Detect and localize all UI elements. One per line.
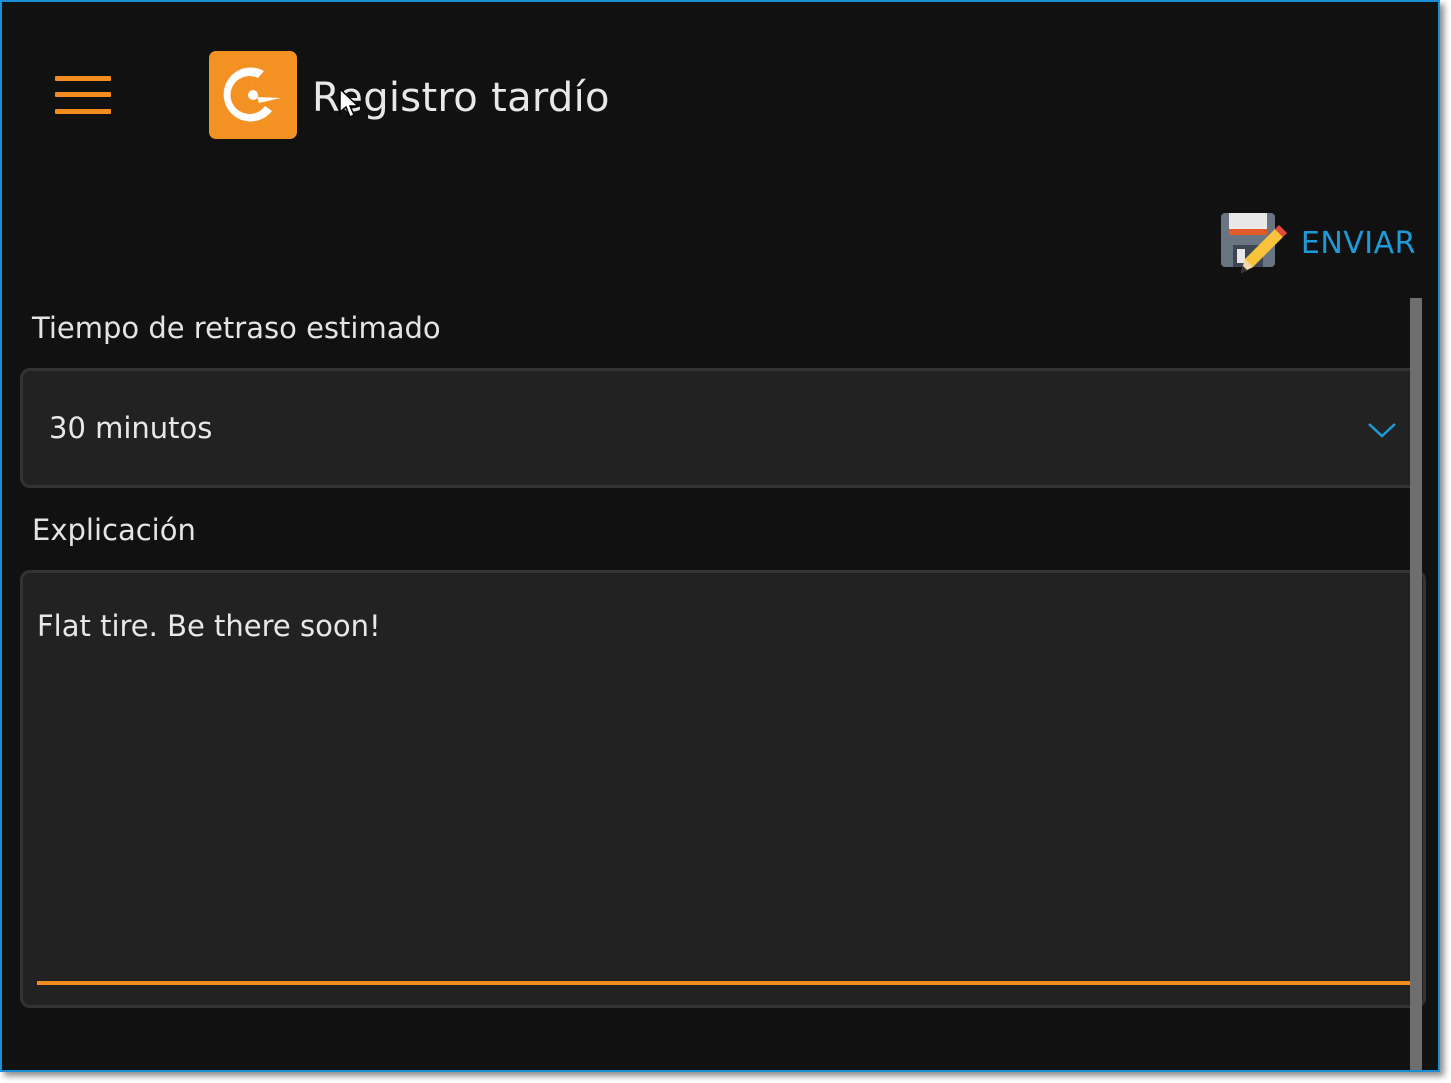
save-edit-icon	[1220, 213, 1287, 273]
focus-underline	[37, 981, 1413, 985]
clock-logo-icon	[209, 51, 297, 139]
hamburger-menu-icon[interactable]	[55, 74, 111, 116]
explanation-textarea[interactable]: Flat tire. Be there soon!	[20, 570, 1426, 1008]
app-window: Registro tardío ENVIAR Tiempo de retraso…	[0, 0, 1440, 1072]
explanation-text: Flat tire. Be there soon!	[37, 609, 381, 643]
delay-select[interactable]: 30 minutos	[20, 368, 1422, 488]
send-label: ENVIAR	[1300, 225, 1416, 261]
delay-selected-value: 30 minutos	[49, 411, 213, 445]
send-button[interactable]: ENVIAR	[1217, 207, 1416, 279]
mouse-cursor-icon	[339, 88, 360, 119]
delay-label: Tiempo de retraso estimado	[32, 311, 441, 345]
explanation-label: Explicación	[32, 513, 196, 547]
chevron-down-icon	[1368, 423, 1396, 438]
scrollbar[interactable]	[1410, 298, 1422, 1070]
